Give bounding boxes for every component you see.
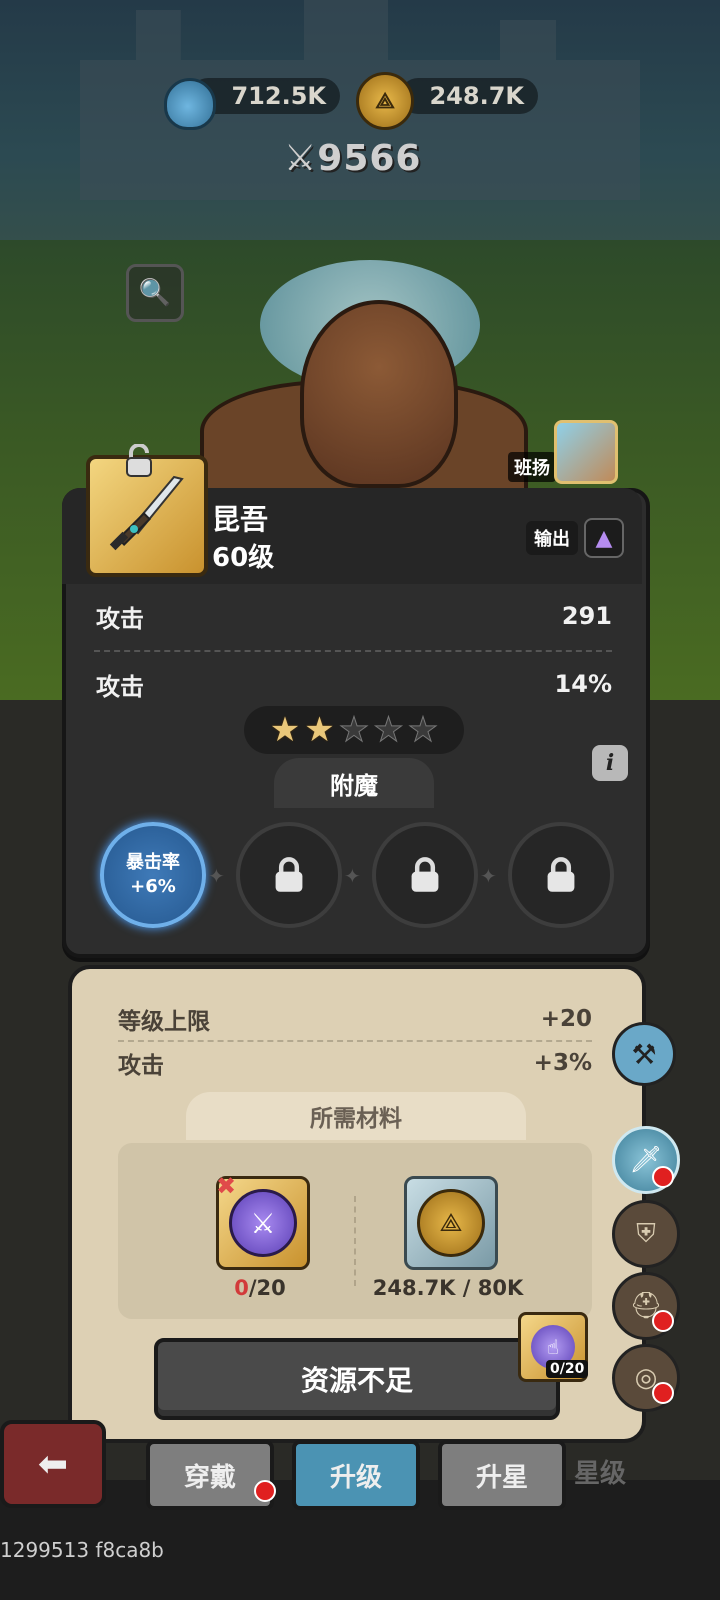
sword-stone-icon: ⚔ [229, 1189, 297, 1257]
zoom-button[interactable]: 🔍 [126, 264, 184, 322]
tab-star-up[interactable]: 升星 [438, 1440, 566, 1510]
enchant-slot-locked[interactable] [372, 822, 478, 928]
coin-amount: 248.7K [429, 82, 524, 110]
star-filled-icon: ★ [269, 710, 301, 750]
stat-row: 攻击 291 [96, 596, 612, 636]
notification-dot [254, 1480, 276, 1502]
quick-material-count: 0/20 [546, 1360, 589, 1378]
arrow-left-icon: ⬅ [37, 1443, 69, 1485]
enchant-stat-value: +6% [130, 876, 176, 897]
star-filled-icon: ★ [304, 710, 335, 750]
build-id: 1299513 f8ca8b [0, 1538, 164, 1562]
star-rating: ★ ★ ★ ★ ★ [244, 706, 464, 754]
sword-icon [109, 475, 184, 551]
lock-icon [275, 857, 303, 892]
enchant-slot-locked[interactable] [508, 822, 614, 928]
stat-label: 攻击 [96, 604, 144, 633]
lock-icon [547, 857, 575, 892]
unlock-icon[interactable] [124, 444, 154, 478]
materials-divider [354, 1196, 356, 1286]
combat-power: ⚔9566 [284, 138, 421, 179]
tab-upgrade[interactable]: 升级 [292, 1440, 420, 1510]
coin-icon: ⟁ [356, 72, 414, 130]
back-button[interactable]: ⬅ [0, 1420, 106, 1508]
equipped-hero-avatar[interactable] [554, 420, 618, 484]
coin-counter: 248.7K [400, 78, 538, 114]
slot-separator: ✦ [480, 864, 497, 888]
slot-separator: ✦ [344, 864, 361, 888]
enchant-slot-locked[interactable] [236, 822, 342, 928]
coin-icon: ⟁ [417, 1189, 485, 1257]
bonus-label: 等级上限 [118, 1009, 210, 1035]
star-empty-icon: ★ [407, 710, 439, 751]
stat-value: 291 [561, 602, 612, 630]
power-value: 9566 [317, 138, 422, 179]
role-label: 输出 [526, 521, 578, 555]
armor-icon: ⛨ [636, 1218, 656, 1249]
missing-mark-icon: ✖ [216, 1172, 237, 1200]
bonus-row: 攻击 +3% [118, 1042, 592, 1084]
notification-dot [652, 1310, 674, 1332]
notification-dot [652, 1166, 674, 1188]
star-empty-icon: ★ [373, 710, 405, 751]
stat-row: 攻击 14% [96, 664, 612, 704]
role-tag: 输出 ▲ [526, 518, 624, 558]
tab-equip[interactable]: 穿戴 [146, 1440, 274, 1510]
helmet-slot-button[interactable]: ⛑ [612, 1272, 680, 1340]
info-icon[interactable]: i [592, 745, 628, 781]
stat-divider [94, 650, 612, 652]
tab-star-level[interactable]: 星级 [568, 1440, 632, 1502]
accessory-slot-button[interactable]: ◎ [612, 1344, 680, 1412]
material-count: 0/20 [216, 1276, 304, 1300]
coin-requirement: 248.7K / 80K [372, 1276, 524, 1300]
hero-portrait [300, 300, 458, 488]
upgrade-button[interactable]: 资源不足 [154, 1338, 560, 1420]
stat-value: 14% [554, 670, 612, 698]
bonus-row: 等级上限 +20 [118, 998, 592, 1040]
damage-role-icon: ▲ [584, 518, 624, 558]
slot-separator: ✦ [208, 864, 225, 888]
stat-label: 攻击 [96, 672, 144, 701]
materials-title: 所需材料 [186, 1092, 526, 1140]
anvil-icon[interactable]: ⚒ [612, 1022, 676, 1086]
weapon-level: 60级 [212, 543, 275, 573]
notification-dot [652, 1382, 674, 1404]
potion-icon [164, 78, 216, 130]
bonus-label: 攻击 [118, 1053, 164, 1079]
upgrade-bonuses: 等级上限 +20 攻击 +3% [118, 998, 592, 1084]
enchant-title: 附魔 [274, 758, 434, 808]
material-coin[interactable]: ⟁ [404, 1176, 498, 1270]
equipped-hero-name: 班扬 [508, 452, 556, 482]
bonus-value: +20 [540, 1006, 592, 1032]
armor-slot-button[interactable]: ⛨ [612, 1200, 680, 1268]
lock-icon [411, 857, 439, 892]
material-have: 0 [234, 1276, 249, 1300]
weapon-name: 昆吾 [212, 503, 269, 536]
magnifier-icon: 🔍 [138, 278, 172, 308]
enchant-stat-name: 暴击率 [126, 852, 180, 873]
enchant-slot-active[interactable]: 暴击率 +6% [100, 822, 206, 928]
star-empty-icon: ★ [338, 710, 370, 751]
bonus-value: +3% [533, 1050, 592, 1076]
material-need: /20 [248, 1276, 286, 1300]
potion-amount: 712.5K [231, 82, 326, 110]
power-icon: ⚔ [284, 138, 318, 179]
